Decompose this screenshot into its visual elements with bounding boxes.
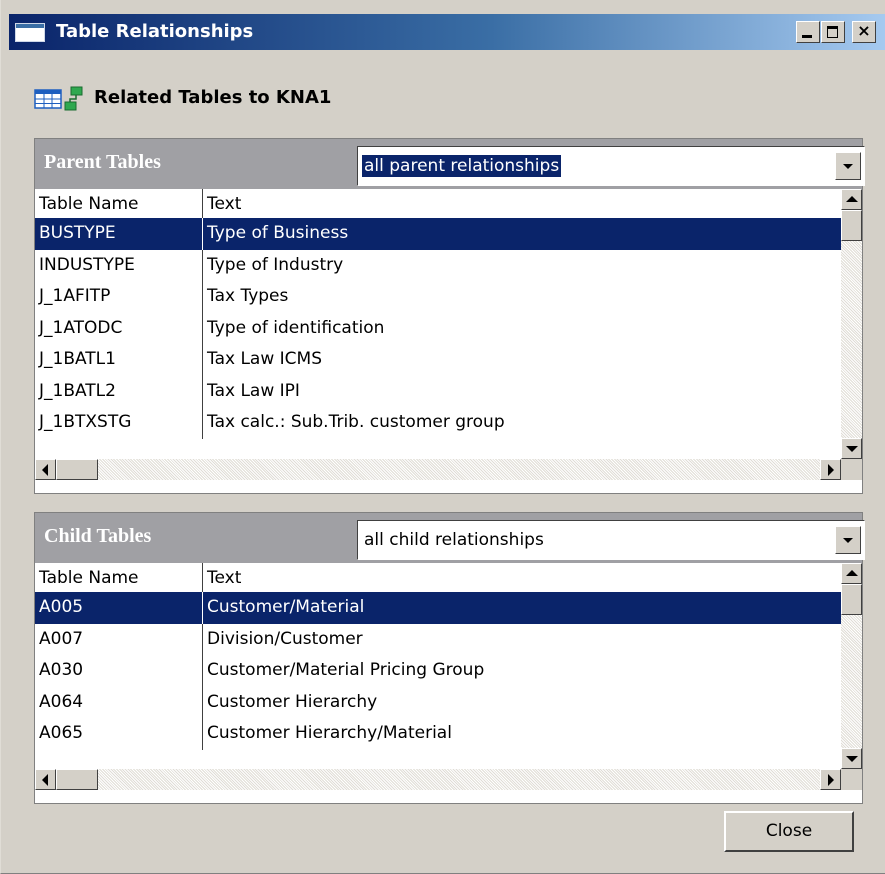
chevron-down-icon[interactable] [835, 526, 861, 554]
scrollbar-corner [841, 769, 862, 790]
cell-divider [202, 686, 203, 718]
horizontal-scroll-thumb[interactable] [56, 459, 98, 480]
parent-tables-header: Parent Tables all parent relationships [35, 139, 865, 189]
child-filter-value: all child relationships [364, 530, 544, 550]
parent-tables-panel: Parent Tables all parent relationships T… [34, 138, 865, 494]
window-icon [15, 23, 45, 42]
scroll-right-arrow-icon[interactable] [820, 459, 841, 480]
table-text-cell: Tax Types [207, 286, 289, 306]
cell-divider [202, 718, 203, 750]
table-text-cell: Customer Hierarchy/Material [207, 723, 452, 743]
scroll-up-arrow-icon[interactable] [841, 189, 862, 210]
chevron-down-icon[interactable] [835, 152, 861, 180]
table-name-cell: J_1BTXSTG [39, 412, 132, 432]
child-table-list: A005 Customer/Material A007 Division/Cus… [35, 592, 841, 750]
cell-divider [202, 655, 203, 687]
child-tables-header: Child Tables all child relationships [35, 513, 865, 563]
title-bar[interactable]: Table Relationships × [9, 14, 885, 50]
table-name-cell: A005 [39, 597, 84, 617]
child-tables-panel: Child Tables all child relationships Tab… [34, 512, 865, 804]
column-divider[interactable] [202, 189, 203, 218]
table-row[interactable]: J_1BATL1 Tax Law ICMS [35, 344, 841, 376]
table-name-cell: A007 [39, 628, 84, 649]
scroll-up-arrow-icon[interactable] [841, 563, 862, 584]
cell-divider [202, 312, 203, 344]
table-row[interactable]: J_1AFITP Tax Types [35, 281, 841, 313]
table-name-cell: A064 [39, 691, 84, 712]
table-row[interactable]: J_1ATODC Type of identification [35, 312, 841, 344]
table-row[interactable]: J_1BATL2 Tax Law IPI [35, 375, 841, 407]
table-name-cell: BUSTYPE [39, 223, 116, 243]
table-relationships-window: Table Relationships × Related Tables to … [0, 0, 885, 874]
table-text-cell: Division/Customer [207, 628, 363, 649]
table-row[interactable]: A064 Customer Hierarchy [35, 686, 841, 718]
cell-divider [202, 407, 203, 439]
parent-vertical-scrollbar[interactable] [841, 189, 862, 459]
parent-relationship-filter[interactable]: all parent relationships [357, 146, 865, 186]
cell-divider [202, 375, 203, 407]
table-text-cell: Customer/Material [207, 597, 365, 617]
vertical-scroll-thumb[interactable] [841, 584, 862, 615]
cell-divider [202, 281, 203, 313]
column-header-table-name[interactable]: Table Name [39, 568, 139, 588]
table-text-cell: Tax calc.: Sub.Trib. customer group [207, 412, 505, 432]
table-row[interactable]: A007 Division/Customer [35, 623, 841, 655]
table-name-cell: A065 [39, 723, 84, 743]
column-header-text[interactable]: Text [207, 568, 241, 588]
table-name-cell: J_1ATODC [39, 317, 123, 338]
table-text-cell: Type of Industry [207, 254, 344, 275]
maximize-button[interactable] [821, 21, 845, 43]
table-text-cell: Type of identification [207, 317, 385, 338]
window-close-button[interactable]: × [852, 21, 876, 43]
child-vertical-scrollbar[interactable] [841, 563, 862, 769]
parent-filter-value: all parent relationships [362, 155, 562, 177]
scroll-down-arrow-icon[interactable] [841, 748, 862, 769]
table-row[interactable]: J_1BTXSTG Tax calc.: Sub.Trib. customer … [35, 407, 841, 439]
table-name-cell: J_1BATL2 [39, 380, 116, 401]
table-name-cell: A030 [39, 660, 84, 680]
child-column-header: Table Name Text [35, 563, 841, 592]
parent-column-header: Table Name Text [35, 189, 841, 218]
scroll-right-arrow-icon[interactable] [820, 769, 841, 790]
scroll-down-arrow-icon[interactable] [841, 438, 862, 459]
scroll-left-arrow-icon[interactable] [35, 459, 56, 480]
table-row[interactable]: A005 Customer/Material [35, 592, 841, 624]
scroll-left-arrow-icon[interactable] [35, 769, 56, 790]
table-text-cell: Tax Law ICMS [207, 349, 322, 369]
close-button[interactable]: Close [724, 811, 854, 852]
vertical-scroll-thumb[interactable] [841, 210, 862, 241]
table-name-cell: J_1AFITP [39, 286, 111, 306]
horizontal-scroll-thumb[interactable] [56, 769, 98, 790]
parent-horizontal-scrollbar[interactable] [35, 459, 841, 480]
table-relationship-icon [34, 86, 83, 111]
close-icon: × [857, 21, 871, 40]
cell-divider [202, 249, 203, 281]
cell-divider [202, 218, 203, 250]
table-text-cell: Customer/Material Pricing Group [207, 660, 485, 680]
column-header-table-name[interactable]: Table Name [39, 194, 139, 214]
table-row[interactable]: INDUSTYPE Type of Industry [35, 249, 841, 281]
window-title: Table Relationships [56, 21, 254, 42]
table-text-cell: Tax Law IPI [207, 380, 300, 401]
table-name-cell: J_1BATL1 [39, 349, 116, 369]
child-horizontal-scrollbar[interactable] [35, 769, 841, 790]
table-text-cell: Customer Hierarchy [207, 691, 378, 712]
column-divider[interactable] [202, 563, 203, 592]
table-name-cell: INDUSTYPE [39, 254, 135, 275]
child-relationship-filter[interactable]: all child relationships [357, 520, 865, 560]
table-row[interactable]: A030 Customer/Material Pricing Group [35, 655, 841, 687]
table-row[interactable]: A065 Customer Hierarchy/Material [35, 718, 841, 750]
parent-tables-title: Parent Tables [44, 151, 161, 173]
cell-divider [202, 344, 203, 376]
table-row[interactable]: BUSTYPE Type of Business [35, 218, 841, 250]
table-text-cell: Type of Business [207, 223, 349, 243]
cell-divider [202, 592, 203, 624]
minimize-button[interactable] [796, 21, 820, 43]
related-tables-heading: Related Tables to KNA1 [94, 87, 332, 108]
scrollbar-corner [841, 459, 862, 480]
cell-divider [202, 623, 203, 655]
parent-table-list: BUSTYPE Type of Business INDUSTYPE Type … [35, 218, 841, 439]
child-tables-title: Child Tables [44, 525, 152, 547]
column-header-text[interactable]: Text [207, 194, 241, 214]
